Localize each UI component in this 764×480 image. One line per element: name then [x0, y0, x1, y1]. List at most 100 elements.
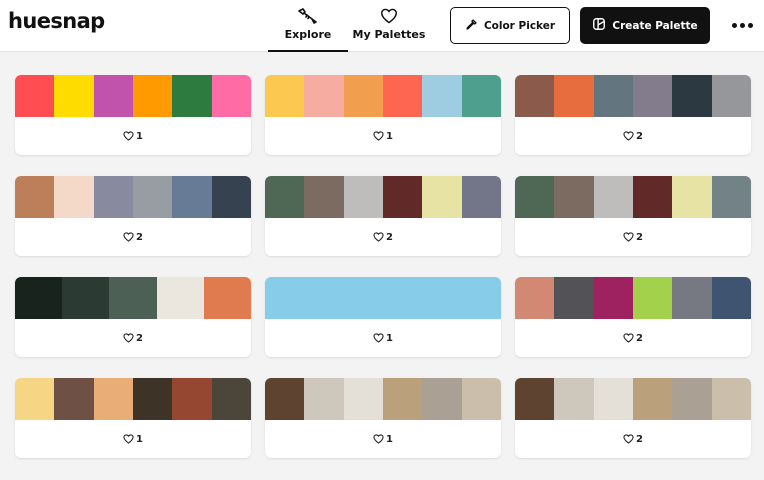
color-swatch[interactable]	[711, 176, 751, 218]
color-swatch[interactable]	[265, 75, 305, 117]
color-swatch[interactable]	[711, 378, 751, 420]
color-swatch[interactable]	[593, 277, 633, 319]
color-swatch[interactable]	[172, 75, 212, 117]
color-swatch[interactable]	[593, 176, 633, 218]
color-swatch[interactable]	[304, 75, 344, 117]
color-swatch[interactable]	[343, 176, 383, 218]
like-button[interactable]: 2	[15, 218, 251, 256]
color-picker-button[interactable]: Color Picker	[450, 7, 570, 44]
like-button[interactable]: 1	[265, 420, 501, 458]
color-swatch[interactable]	[672, 176, 712, 218]
color-swatch[interactable]	[132, 75, 173, 117]
color-swatch[interactable]	[265, 277, 501, 319]
color-swatch[interactable]	[62, 277, 110, 319]
color-swatch[interactable]	[15, 176, 55, 218]
color-swatch[interactable]	[461, 378, 501, 420]
palette-card[interactable]: 2	[15, 176, 251, 256]
like-button[interactable]: 2	[15, 319, 251, 357]
color-swatch[interactable]	[343, 75, 383, 117]
color-swatch[interactable]	[343, 378, 383, 420]
more-dots-icon[interactable]	[728, 14, 756, 36]
color-swatch[interactable]	[156, 277, 204, 319]
color-swatch[interactable]	[554, 378, 594, 420]
color-swatch[interactable]	[382, 75, 423, 117]
color-swatch[interactable]	[515, 75, 555, 117]
palette-swatches[interactable]	[15, 378, 251, 420]
like-button[interactable]: 1	[15, 420, 251, 458]
palette-swatches[interactable]	[15, 277, 251, 319]
app-logo[interactable]: huesnap	[8, 9, 105, 33]
color-swatch[interactable]	[461, 176, 501, 218]
color-swatch[interactable]	[304, 378, 344, 420]
color-swatch[interactable]	[54, 176, 94, 218]
color-swatch[interactable]	[211, 378, 251, 420]
like-button[interactable]: 2	[515, 117, 751, 155]
color-swatch[interactable]	[515, 378, 555, 420]
color-swatch[interactable]	[554, 75, 594, 117]
palette-card[interactable]: 1	[265, 378, 501, 458]
color-swatch[interactable]	[672, 277, 712, 319]
palette-card[interactable]: 2	[15, 277, 251, 357]
palette-card[interactable]: 2	[515, 75, 751, 155]
tab-my-palettes[interactable]: My Palettes	[351, 0, 427, 52]
color-swatch[interactable]	[15, 378, 55, 420]
palette-card[interactable]: 2	[515, 277, 751, 357]
palette-swatches[interactable]	[265, 378, 501, 420]
color-swatch[interactable]	[172, 378, 212, 420]
color-swatch[interactable]	[593, 378, 633, 420]
like-button[interactable]: 2	[515, 420, 751, 458]
color-swatch[interactable]	[382, 378, 423, 420]
like-button[interactable]: 1	[15, 117, 251, 155]
color-swatch[interactable]	[632, 277, 673, 319]
color-swatch[interactable]	[515, 176, 555, 218]
color-swatch[interactable]	[172, 176, 212, 218]
like-button[interactable]: 2	[515, 319, 751, 357]
color-swatch[interactable]	[422, 176, 462, 218]
color-swatch[interactable]	[54, 378, 94, 420]
tab-explore[interactable]: Explore	[268, 0, 348, 52]
palette-card[interactable]: 1	[265, 75, 501, 155]
color-swatch[interactable]	[593, 75, 633, 117]
color-swatch[interactable]	[554, 277, 594, 319]
color-swatch[interactable]	[422, 75, 462, 117]
color-swatch[interactable]	[422, 378, 462, 420]
palette-card[interactable]: 2	[515, 378, 751, 458]
color-swatch[interactable]	[93, 176, 133, 218]
palette-swatches[interactable]	[265, 75, 501, 117]
color-swatch[interactable]	[711, 75, 751, 117]
palette-swatches[interactable]	[515, 277, 751, 319]
color-swatch[interactable]	[93, 75, 133, 117]
palette-card[interactable]: 1	[15, 75, 251, 155]
like-button[interactable]: 1	[265, 117, 501, 155]
palette-swatches[interactable]	[265, 176, 501, 218]
color-swatch[interactable]	[632, 176, 673, 218]
like-button[interactable]: 2	[515, 218, 751, 256]
color-swatch[interactable]	[15, 277, 63, 319]
color-swatch[interactable]	[211, 176, 251, 218]
palette-card[interactable]: 2	[265, 176, 501, 256]
palette-card[interactable]: 1	[265, 277, 501, 357]
color-swatch[interactable]	[632, 378, 673, 420]
color-swatch[interactable]	[109, 277, 157, 319]
like-button[interactable]: 1	[265, 319, 501, 357]
create-palette-button[interactable]: Create Palette	[580, 7, 710, 44]
palette-swatches[interactable]	[515, 75, 751, 117]
color-swatch[interactable]	[672, 378, 712, 420]
palette-swatches[interactable]	[15, 75, 251, 117]
palette-swatches[interactable]	[265, 277, 501, 319]
palette-swatches[interactable]	[515, 378, 751, 420]
color-swatch[interactable]	[93, 378, 133, 420]
palette-card[interactable]: 2	[515, 176, 751, 256]
color-swatch[interactable]	[554, 176, 594, 218]
color-swatch[interactable]	[304, 176, 344, 218]
color-swatch[interactable]	[265, 378, 305, 420]
color-swatch[interactable]	[132, 378, 173, 420]
color-swatch[interactable]	[132, 176, 173, 218]
color-swatch[interactable]	[711, 277, 751, 319]
color-swatch[interactable]	[15, 75, 55, 117]
color-swatch[interactable]	[632, 75, 673, 117]
palette-swatches[interactable]	[15, 176, 251, 218]
color-swatch[interactable]	[461, 75, 501, 117]
palette-swatches[interactable]	[515, 176, 751, 218]
palette-card[interactable]: 1	[15, 378, 251, 458]
